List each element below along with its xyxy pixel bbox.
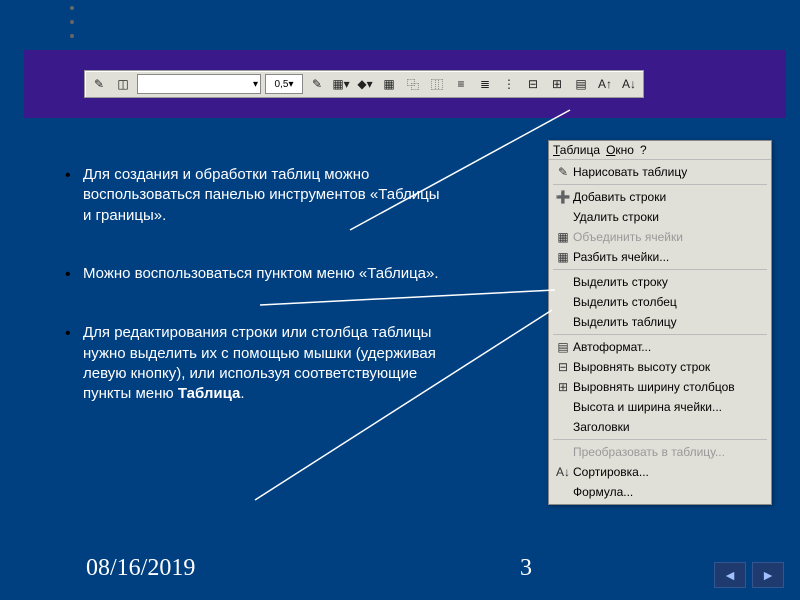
dist-cols-icon[interactable]: ⊞	[545, 72, 569, 96]
menu-split-cells[interactable]: ▦Разбить ячейки...	[549, 247, 771, 267]
slide-date: 08/16/2019	[86, 555, 195, 582]
slide-number: 3	[520, 555, 532, 582]
bullet-list: Для создания и обработки таблиц можно во…	[65, 165, 445, 442]
menu-cell-size[interactable]: Высота и ширина ячейки...	[549, 397, 771, 417]
merge-cells-icon[interactable]: ⿻	[401, 72, 425, 96]
align-top-icon[interactable]: ≡	[449, 72, 473, 96]
autoformat-icon: ▤	[553, 340, 573, 354]
sort-icon: A↓	[553, 465, 573, 479]
menu-headings[interactable]: Заголовки	[549, 417, 771, 437]
fill-color-icon[interactable]: ◆▾	[353, 72, 377, 96]
autoformat-icon[interactable]: ▤	[569, 72, 593, 96]
sort-asc-icon[interactable]: A↑	[593, 72, 617, 96]
dist-rows-icon[interactable]: ⊟	[521, 72, 545, 96]
merge-icon: ▦	[553, 230, 573, 244]
list-item: Для редактирования строки или столбца та…	[65, 323, 445, 404]
line-style-select[interactable]: ▾	[137, 74, 261, 94]
menu-bar: ТТаблицааблица Окно ?	[549, 141, 771, 160]
menu-convert: Преобразовать в таблицу...	[549, 442, 771, 462]
pencil-icon: ✎	[553, 165, 573, 179]
menu-select-col[interactable]: Выделить столбец	[549, 292, 771, 312]
decor-dots	[70, 6, 74, 38]
list-item: Можно воспользоваться пунктом меню «Табл…	[65, 264, 445, 286]
menu-formula[interactable]: Формула...	[549, 482, 771, 502]
menu-add-rows[interactable]: ➕Добавить строки	[549, 187, 771, 207]
tables-borders-toolbar: ✎ ◫ ▾ 0,5▾ ✎ ▦▾ ◆▾ ▦ ⿻ ⿲ ≡ ≣ ⋮ ⊟ ⊞ ▤ A↑ …	[84, 70, 644, 98]
menu-delete-rows[interactable]: Удалить строки	[549, 207, 771, 227]
table-menu-dropdown: ✎Нарисовать таблицу ➕Добавить строки Уда…	[549, 160, 771, 504]
menu-window[interactable]: Окно	[606, 143, 634, 157]
prev-slide-button[interactable]: ◄	[714, 562, 746, 588]
bullet-text: Для редактирования строки или столбца та…	[83, 323, 445, 404]
align-middle-icon[interactable]: ≣	[473, 72, 497, 96]
table-menu-panel: ТТаблицааблица Окно ? ✎Нарисовать таблиц…	[548, 140, 772, 505]
eraser-icon[interactable]: ◫	[111, 72, 135, 96]
menu-merge-cells: ▦Объединить ячейки	[549, 227, 771, 247]
list-item: Для создания и обработки таблиц можно во…	[65, 165, 445, 226]
menu-select-row[interactable]: Выделить строку	[549, 272, 771, 292]
split-icon: ▦	[553, 250, 573, 264]
menu-table[interactable]: ТТаблицааблица	[553, 143, 600, 157]
draw-table-icon[interactable]: ✎	[87, 72, 111, 96]
bullet-text: Можно воспользоваться пунктом меню «Табл…	[83, 264, 439, 286]
borders-icon[interactable]: ▦▾	[329, 72, 353, 96]
border-color-icon[interactable]: ✎	[305, 72, 329, 96]
split-cells-icon[interactable]: ⿲	[425, 72, 449, 96]
dist-cols-icon: ⊞	[553, 380, 573, 394]
next-slide-button[interactable]: ►	[752, 562, 784, 588]
dist-rows-icon: ⊟	[553, 360, 573, 374]
title-banner: ✎ ◫ ▾ 0,5▾ ✎ ▦▾ ◆▾ ▦ ⿻ ⿲ ≡ ≣ ⋮ ⊟ ⊞ ▤ A↑ …	[24, 50, 786, 118]
menu-select-table[interactable]: Выделить таблицу	[549, 312, 771, 332]
menu-draw-table[interactable]: ✎Нарисовать таблицу	[549, 162, 771, 182]
menu-sort[interactable]: A↓Сортировка...	[549, 462, 771, 482]
menu-help[interactable]: ?	[640, 143, 647, 157]
bullet-text: Для создания и обработки таблиц можно во…	[83, 165, 445, 226]
sort-desc-icon[interactable]: A↓	[617, 72, 641, 96]
menu-dist-cols[interactable]: ⊞Выровнять ширину столбцов	[549, 377, 771, 397]
line-width-select[interactable]: 0,5▾	[265, 74, 303, 94]
insert-table-icon[interactable]: ▦	[377, 72, 401, 96]
align-bottom-icon[interactable]: ⋮	[497, 72, 521, 96]
line-width-value: 0,5	[275, 79, 289, 90]
menu-dist-rows[interactable]: ⊟Выровнять высоту строк	[549, 357, 771, 377]
add-row-icon: ➕	[553, 190, 573, 204]
menu-autoformat[interactable]: ▤Автоформат...	[549, 337, 771, 357]
